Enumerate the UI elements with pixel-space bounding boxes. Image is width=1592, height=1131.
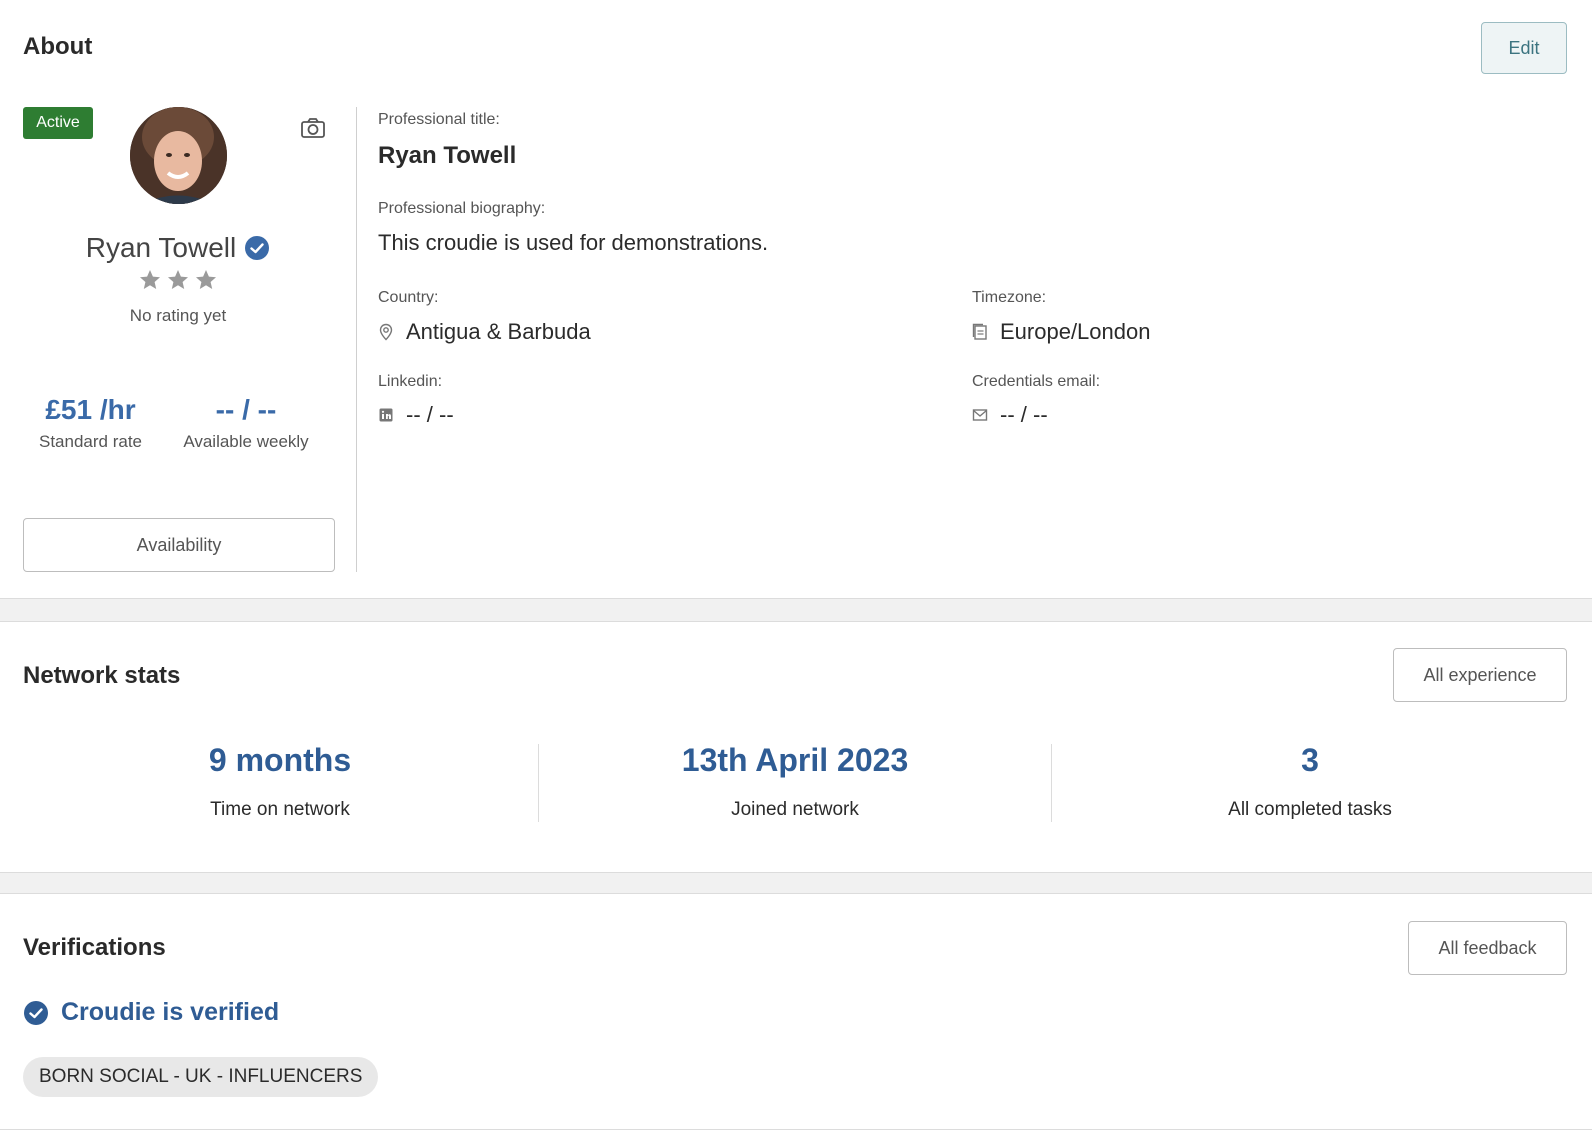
credentials-email-field: -- / -- [972, 402, 1048, 428]
joined-network-value: 13th April 2023 [681, 742, 909, 778]
location-pin-icon [379, 323, 393, 341]
verified-status: Croudie is verified [23, 998, 279, 1027]
linkedin-value: -- / -- [406, 402, 454, 427]
standard-rate-label: Standard rate [38, 432, 142, 451]
available-weekly: -- / -- Available weekly [172, 394, 320, 452]
available-weekly-label: Available weekly [183, 432, 309, 451]
rating-stars [0, 268, 356, 292]
professional-title-label: Professional title: [378, 111, 500, 128]
available-weekly-value: -- / -- [215, 394, 277, 425]
completed-tasks-stat: 3 All completed tasks [1053, 742, 1567, 821]
time-on-network-stat: 9 months Time on network [23, 742, 537, 821]
verified-text: Croudie is verified [61, 998, 280, 1026]
time-on-network-value: 9 months [208, 742, 352, 778]
standard-rate-value: £51 /hr [45, 394, 136, 425]
linkedin-icon [379, 408, 393, 422]
status-badge: Active [23, 107, 93, 139]
availability-button[interactable]: Availability [23, 518, 335, 572]
network-stats-title: Network stats [23, 662, 181, 689]
country-value: Antigua & Barbuda [406, 319, 591, 344]
joined-network-label: Joined network [731, 799, 859, 820]
linkedin-label: Linkedin: [378, 373, 443, 390]
check-circle-icon [24, 1000, 48, 1025]
timezone-field: Europe/London [972, 319, 1150, 345]
standard-rate: £51 /hr Standard rate [23, 394, 158, 452]
credentials-email-value: -- / -- [1000, 402, 1048, 427]
all-feedback-button[interactable]: All feedback [1408, 921, 1567, 975]
verified-badge-icon [244, 235, 270, 261]
section-divider [0, 598, 1592, 622]
vertical-divider [356, 107, 357, 572]
bottom-divider [0, 1129, 1592, 1130]
time-on-network-label: Time on network [210, 799, 350, 820]
biography-label: Professional biography: [378, 200, 546, 217]
timezone-label: Timezone: [972, 289, 1047, 306]
avatar [130, 107, 227, 204]
country-field: Antigua & Barbuda [378, 319, 591, 345]
timezone-value: Europe/London [1000, 319, 1151, 344]
edit-button[interactable]: Edit [1481, 22, 1567, 74]
about-section: About Edit Active Ryan Towell No rating … [0, 0, 1592, 598]
professional-title-value: Ryan Towell [378, 142, 517, 169]
star-icon [168, 270, 188, 289]
rating-text: No rating yet [129, 306, 227, 325]
profile-name-row: Ryan Towell [0, 232, 356, 264]
document-icon [972, 323, 987, 340]
star-icon [140, 270, 160, 289]
profile-name: Ryan Towell [85, 232, 237, 263]
verification-tag: BORN SOCIAL - UK - INFLUENCERS [23, 1057, 379, 1097]
about-title: About [23, 33, 93, 60]
mail-icon [972, 409, 988, 421]
completed-tasks-label: All completed tasks [1228, 799, 1392, 820]
joined-network-stat: 13th April 2023 Joined network [538, 742, 1052, 821]
stat-divider [1051, 744, 1052, 822]
linkedin-field: -- / -- [378, 402, 454, 428]
credentials-email-label: Credentials email: [972, 373, 1101, 390]
country-label: Country: [378, 289, 439, 306]
section-divider [0, 872, 1592, 894]
biography-value: This croudie is used for demonstrations. [378, 230, 769, 255]
completed-tasks-value: 3 [1301, 742, 1319, 778]
star-icon [196, 270, 216, 289]
verifications-title: Verifications [23, 934, 166, 961]
camera-icon[interactable] [300, 116, 326, 140]
all-experience-button[interactable]: All experience [1393, 648, 1567, 702]
